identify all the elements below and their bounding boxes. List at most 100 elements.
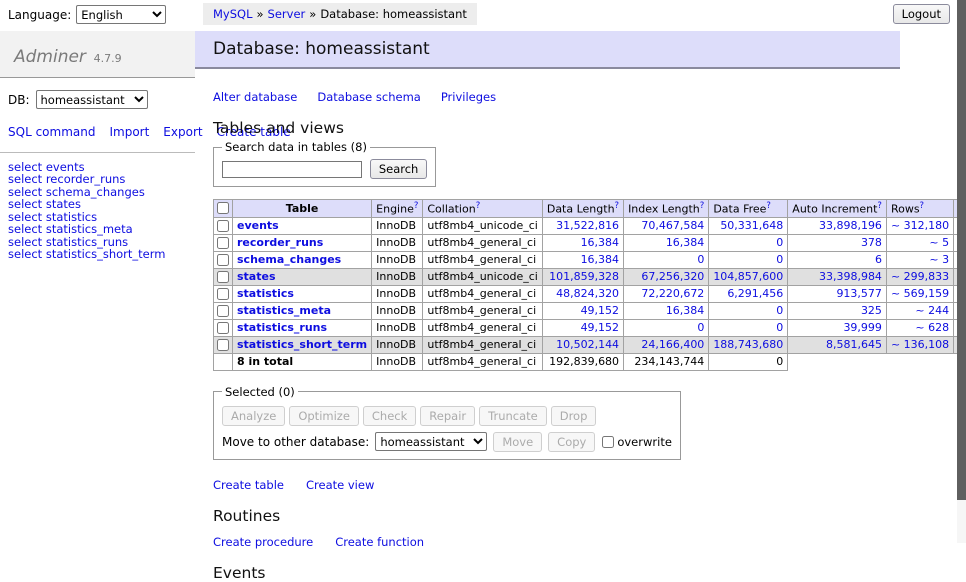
table-cell-link[interactable]: 67,256,320 — [641, 270, 704, 283]
table-cell-link[interactable]: 39,999 — [843, 321, 882, 334]
row-checkbox[interactable] — [217, 271, 229, 283]
table-cell-engine: InnoDB — [372, 336, 423, 353]
table-cell-link[interactable]: ~ 312,180 — [891, 219, 949, 232]
select-all-checkbox[interactable] — [217, 202, 229, 214]
sidebar-command-link[interactable]: SQL command — [8, 125, 95, 139]
scrollbar-thumb[interactable] — [957, 0, 966, 500]
table-cell-link[interactable]: 101,859,328 — [549, 270, 619, 283]
table-cell-link[interactable]: 0 — [697, 321, 704, 334]
language-select[interactable]: English — [76, 5, 166, 24]
database-nav-link[interactable]: Alter database — [213, 90, 297, 104]
table-cell-link[interactable]: 48,824,320 — [556, 287, 619, 300]
search-input[interactable] — [222, 161, 362, 178]
search-button[interactable]: Search — [370, 159, 428, 179]
column-help-icon[interactable]: ? — [476, 201, 481, 211]
routine-link[interactable]: Create procedure — [213, 535, 313, 549]
sidebar-table-link[interactable]: select recorder_runs — [8, 173, 195, 186]
row-checkbox[interactable] — [217, 237, 229, 249]
table-cell-link[interactable]: 33,898,196 — [819, 219, 882, 232]
table-name-link[interactable]: statistics_meta — [237, 304, 331, 317]
table-name-link[interactable]: schema_changes — [237, 253, 341, 266]
sidebar-table-link[interactable]: select statistics_short_term — [8, 248, 195, 261]
routine-link[interactable]: Create function — [335, 535, 424, 549]
table-cell-link[interactable]: ~ 3 — [929, 253, 949, 266]
column-help-icon[interactable]: ? — [766, 201, 771, 211]
table-cell-link[interactable]: 10,502,144 — [556, 338, 619, 351]
app-name[interactable]: Adminer — [14, 47, 86, 67]
row-checkbox[interactable] — [217, 288, 229, 300]
table-name-link[interactable]: statistics — [237, 287, 294, 300]
table-cell-link[interactable]: 16,384 — [666, 304, 705, 317]
drop-button[interactable]: Drop — [551, 406, 597, 426]
truncate-button[interactable]: Truncate — [479, 406, 547, 426]
sidebar-command-link[interactable]: Import — [109, 125, 149, 139]
table-cell-link[interactable]: 50,331,648 — [720, 219, 783, 232]
table-cell-link[interactable]: 24,166,400 — [641, 338, 704, 351]
table-cell-link[interactable]: 8,581,645 — [826, 338, 882, 351]
sidebar-table-link[interactable]: select states — [8, 198, 195, 211]
table-cell-link[interactable]: 0 — [776, 321, 783, 334]
repair-button[interactable]: Repair — [420, 406, 475, 426]
table-name-link[interactable]: statistics_runs — [237, 321, 327, 334]
table-cell-link[interactable]: 49,152 — [581, 304, 620, 317]
column-help-icon[interactable]: ? — [877, 201, 882, 211]
breadcrumb-item[interactable]: MySQL — [213, 7, 253, 21]
table-cell-link[interactable]: 16,384 — [581, 236, 620, 249]
optimize-button[interactable]: Optimize — [289, 406, 359, 426]
table-cell-link[interactable]: ~ 136,108 — [891, 338, 949, 351]
table-cell-link[interactable]: 72,220,672 — [641, 287, 704, 300]
row-checkbox[interactable] — [217, 305, 229, 317]
table-cell-link[interactable]: ~ 569,159 — [891, 287, 949, 300]
table-cell-collation: utf8mb4_general_ci — [423, 234, 542, 251]
column-help-icon[interactable]: ? — [700, 201, 705, 211]
table-cell-link[interactable]: 16,384 — [666, 236, 705, 249]
breadcrumb-item[interactable]: Server — [268, 7, 306, 21]
table-cell-link[interactable]: ~ 628 — [915, 321, 949, 334]
check-button[interactable]: Check — [363, 406, 416, 426]
row-checkbox[interactable] — [217, 254, 229, 266]
copy-button[interactable]: Copy — [548, 432, 595, 452]
table-cell-link[interactable]: 325 — [861, 304, 882, 317]
database-nav-link[interactable]: Privileges — [441, 90, 496, 104]
analyze-button[interactable]: Analyze — [222, 406, 285, 426]
row-checkbox[interactable] — [217, 339, 229, 351]
table-cell-link[interactable]: 913,577 — [836, 287, 882, 300]
row-checkbox[interactable] — [217, 322, 229, 334]
column-help-icon[interactable]: ? — [414, 201, 419, 211]
table-cell-link[interactable]: 0 — [776, 236, 783, 249]
column-help-icon[interactable]: ? — [615, 201, 620, 211]
move-button[interactable]: Move — [493, 432, 542, 452]
table-cell-link[interactable]: 33,398,984 — [819, 270, 882, 283]
create-link[interactable]: Create view — [306, 478, 374, 492]
table-cell-link[interactable]: 49,152 — [581, 321, 620, 334]
move-db-select[interactable]: homeassistant — [375, 432, 487, 451]
table-name-link[interactable]: events — [237, 219, 279, 232]
table-cell-link[interactable]: 104,857,600 — [713, 270, 783, 283]
table-cell-link[interactable]: 0 — [776, 253, 783, 266]
table-cell-link[interactable]: 6 — [875, 253, 882, 266]
table-cell-link[interactable]: 31,522,816 — [556, 219, 619, 232]
column-header: Data Free? — [709, 200, 788, 218]
create-link[interactable]: Create table — [213, 478, 284, 492]
row-checkbox[interactable] — [217, 220, 229, 232]
database-nav-link[interactable]: Database schema — [317, 90, 420, 104]
table-cell-link[interactable]: ~ 244 — [915, 304, 949, 317]
table-cell-link[interactable]: 0 — [697, 253, 704, 266]
overwrite-checkbox[interactable] — [602, 436, 614, 448]
table-cell-link[interactable]: ~ 299,833 — [891, 270, 949, 283]
table-cell-link[interactable]: 188,743,680 — [713, 338, 783, 351]
table-name-link[interactable]: states — [237, 270, 276, 283]
table-cell-link[interactable]: 378 — [861, 236, 882, 249]
scrollbar[interactable] — [957, 0, 966, 543]
table-cell-link[interactable]: 70,467,584 — [641, 219, 704, 232]
table-cell-link[interactable]: ~ 5 — [929, 236, 949, 249]
row-checkbox-cell — [214, 217, 233, 234]
table-name-link[interactable]: recorder_runs — [237, 236, 323, 249]
table-cell-link[interactable]: 16,384 — [581, 253, 620, 266]
column-help-icon[interactable]: ? — [920, 201, 925, 211]
table-cell-link[interactable]: 0 — [776, 304, 783, 317]
table-name-link[interactable]: statistics_short_term — [237, 338, 367, 351]
sidebar-table-link[interactable]: select statistics_meta — [8, 223, 195, 236]
db-select[interactable]: homeassistant — [36, 90, 148, 109]
table-cell-link[interactable]: 6,291,456 — [727, 287, 783, 300]
